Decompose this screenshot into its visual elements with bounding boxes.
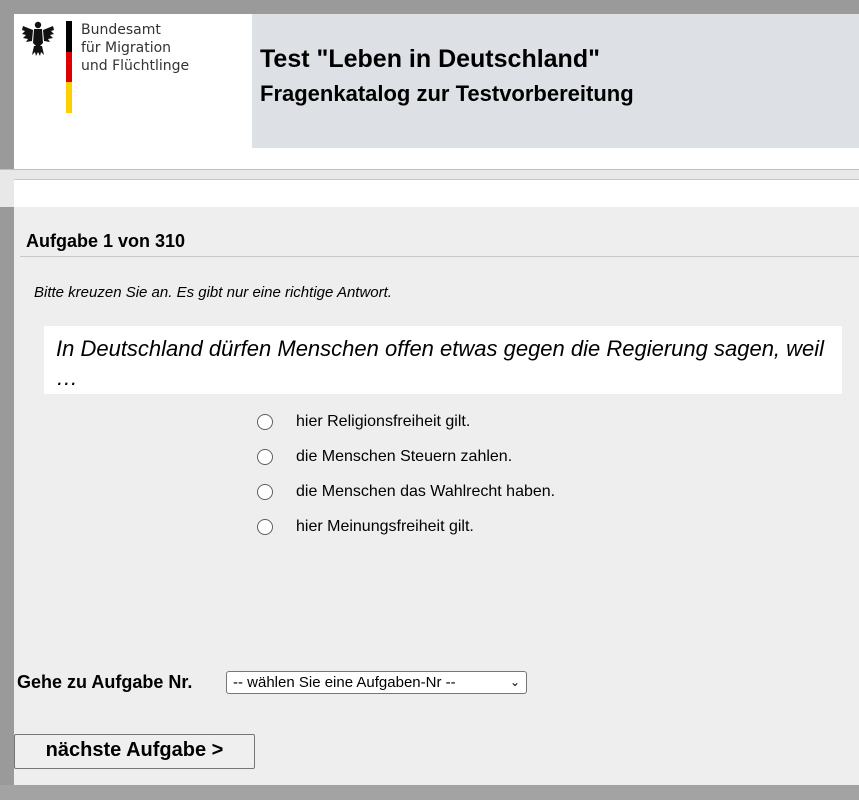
question-panel: Aufgabe 1 von 310 Bitte kreuzen Sie an. … [14, 207, 859, 785]
divider [0, 169, 859, 170]
answer-label[interactable]: die Menschen Steuern zahlen. [296, 447, 512, 467]
radio-button[interactable] [257, 414, 273, 430]
radio-button[interactable] [257, 484, 273, 500]
answer-label[interactable]: die Menschen das Wahlrecht haben. [296, 482, 555, 502]
divider [20, 256, 859, 257]
chevron-down-icon: ⌄ [509, 675, 520, 689]
page-title: Test "Leben in Deutschland" [260, 45, 600, 73]
question-text: In Deutschland dürfen Menschen offen etw… [56, 336, 825, 390]
goto-selected-value: -- wählen Sie eine Aufgaben-Nr -- [233, 674, 456, 691]
window-frame [0, 0, 14, 800]
org-line: Bundesamt [81, 22, 161, 38]
window-frame-bottom [0, 785, 859, 800]
page-subtitle: Fragenkatalog zur Testvorbereitung [260, 81, 634, 106]
organization-name: Bundesamt für Migration und Flüchtlinge [81, 21, 189, 75]
title-panel: Test "Leben in Deutschland" Fragenkatalo… [252, 14, 859, 148]
task-heading: Aufgabe 1 von 310 [26, 231, 186, 251]
instruction-text: Bitte kreuzen Sie an. Es gibt nur eine r… [34, 284, 392, 301]
question-box: In Deutschland dürfen Menschen offen etw… [44, 326, 842, 394]
federal-eagle-icon [22, 21, 54, 56]
answer-label[interactable]: hier Religionsfreiheit gilt. [296, 412, 470, 432]
goto-task-select[interactable]: -- wählen Sie eine Aufgaben-Nr -- ⌄ [226, 671, 527, 694]
separator-bar [14, 179, 859, 208]
radio-button[interactable] [257, 519, 273, 535]
next-task-button[interactable]: nächste Aufgabe > [14, 734, 255, 769]
radio-button[interactable] [257, 449, 273, 465]
org-line: für Migration [81, 40, 172, 56]
answer-label[interactable]: hier Meinungsfreiheit gilt. [296, 517, 474, 537]
bamf-logo: Bundesamt für Migration und Flüchtlinge [14, 14, 252, 169]
org-line: und Flüchtlinge [81, 58, 190, 74]
goto-label: Gehe zu Aufgabe Nr. [17, 672, 193, 692]
page-header: Bundesamt für Migration und Flüchtlinge … [14, 14, 859, 169]
german-flag-bar [66, 21, 72, 113]
